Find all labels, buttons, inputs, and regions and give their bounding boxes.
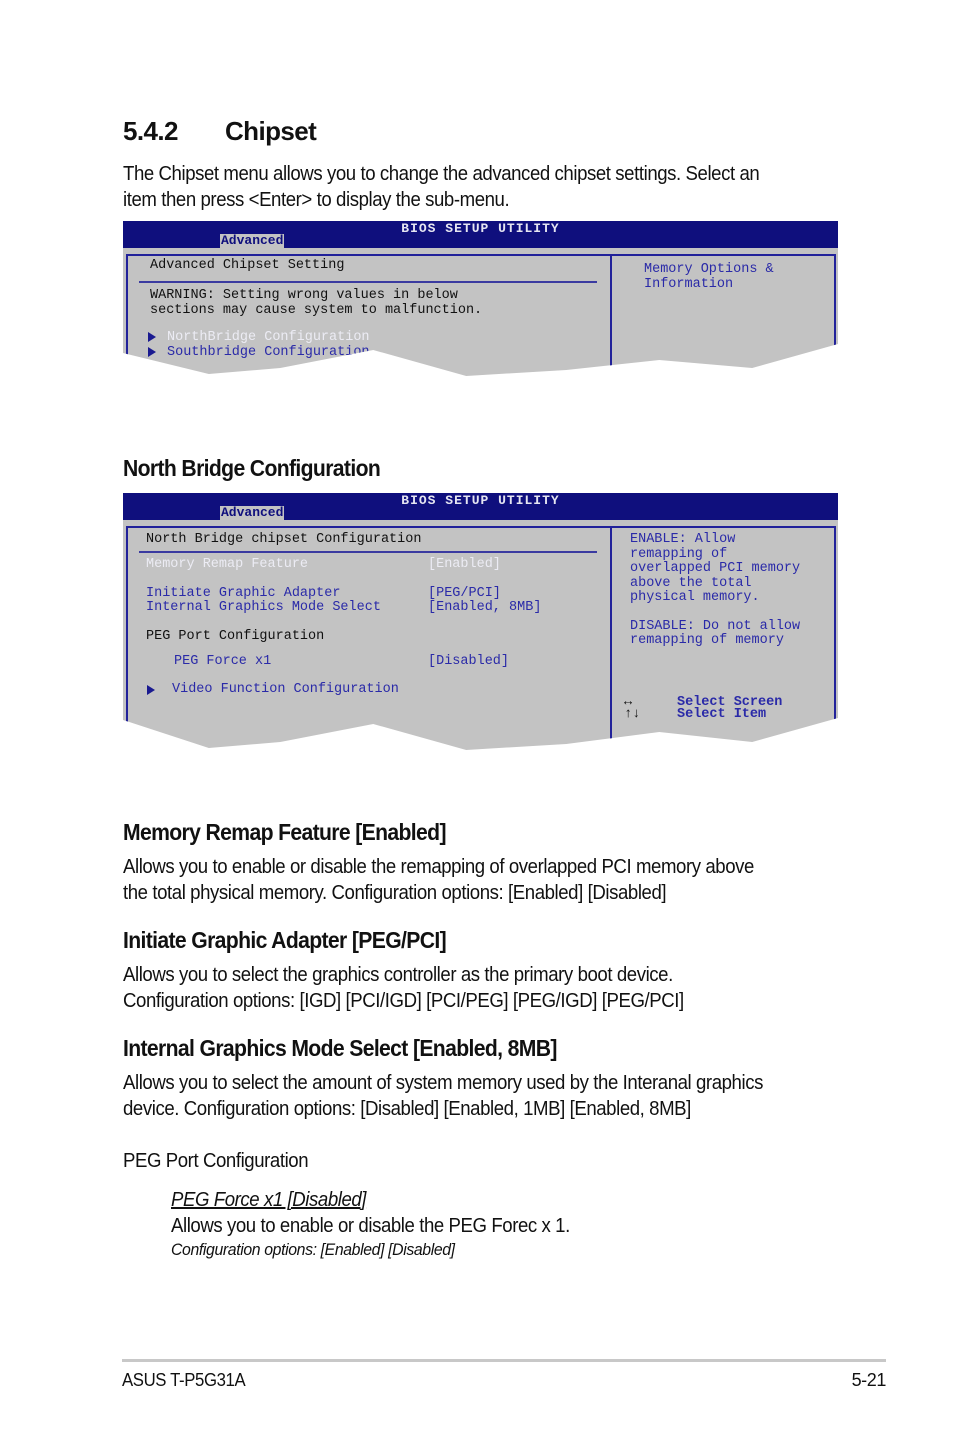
option-description: Allows you to select the graphics contro… [123,964,673,986]
option-heading: Initiate Graphic Adapter [PEG/PCI] [123,927,447,953]
help-text: physical memory. [630,590,760,605]
submenu-arrow-icon [148,332,156,342]
menu-item-northbridge[interactable]: NorthBridge Configuration [167,330,370,345]
section-title: Chipset [225,116,317,146]
bios-screenshot-chipset: BIOS SETUP UTILITY Advanced Advanced Chi… [123,221,838,411]
menu-item-southbridge[interactable]: Southbridge Configuration [167,345,370,360]
divider [139,281,597,283]
peg-force-description: Allows you to enable or disable the PEG … [171,1215,570,1237]
help-text: overlapped PCI memory [630,561,801,576]
key-help-select-item: Select Item [677,707,767,722]
footer-divider [122,1359,886,1362]
option-description: Configuration options: [IGD] [PCI/IGD] [… [123,990,684,1012]
setting-memory-remap[interactable]: Memory Remap Feature [146,557,308,572]
bios-body: North Bridge chipset Configuration Memor… [123,520,838,750]
option-heading: Memory Remap Feature [Enabled] [123,819,446,845]
bios-header: BIOS SETUP UTILITY Advanced [123,493,838,520]
north-bridge-heading: North Bridge Configuration [123,455,381,481]
setting-internal-graphics-mode-value[interactable]: [Enabled, 8MB] [428,600,541,615]
help-text: ENABLE: Allow [630,532,736,547]
help-text: Information [644,277,734,292]
footer-product: ASUS T-P5G31A [122,1370,246,1390]
menu-item-video-function[interactable]: Video Function Configuration [172,682,399,697]
setting-initiate-graphic-adapter[interactable]: Initiate Graphic Adapter [146,586,340,601]
option-heading: Internal Graphics Mode Select [Enabled, … [123,1035,557,1061]
bios-screenshot-northbridge: BIOS SETUP UTILITY Advanced North Bridge… [123,493,838,753]
submenu-arrow-icon [147,685,155,695]
setting-peg-force-x1[interactable]: PEG Force x1 [174,654,271,669]
bios-heading: North Bridge chipset Configuration [146,532,422,547]
setting-memory-remap-value[interactable]: [Enabled] [428,557,501,572]
submenu-arrow-icon [148,347,156,357]
warning-text: sections may cause system to malfunction… [150,303,483,318]
setting-initiate-graphic-adapter-value[interactable]: [PEG/PCI] [428,586,501,601]
peg-port-heading: PEG Port Configuration [123,1150,309,1172]
intro-line: item then press <Enter> to display the s… [123,189,510,211]
setting-internal-graphics-mode[interactable]: Internal Graphics Mode Select [146,600,381,615]
bios-body: Advanced Chipset Setting WARNING: Settin… [123,248,838,376]
option-description: the total physical memory. Configuration… [123,882,667,904]
intro-line: The Chipset menu allows you to change th… [123,163,760,185]
section-number: 5.4.2 [123,116,178,146]
option-description: Allows you to enable or disable the rema… [123,856,754,878]
peg-force-options: Configuration options: [Enabled] [Disabl… [171,1240,455,1259]
help-text: remapping of memory [630,633,784,648]
help-text: DISABLE: Do not allow [630,619,801,634]
help-text: Memory Options & [644,262,774,277]
page-number: 5-21 [851,1370,887,1390]
divider [139,551,597,553]
help-text: remapping of [630,547,728,562]
up-down-arrow-icon: ↑↓ [624,707,641,722]
help-text: above the total [630,576,752,591]
option-description: Allows you to select the amount of syste… [123,1072,763,1094]
setting-peg-force-x1-value[interactable]: [Disabled] [428,654,509,669]
tab-advanced[interactable]: Advanced [220,234,285,248]
warning-text: WARNING: Setting wrong values in below [150,288,458,303]
tab-advanced[interactable]: Advanced [220,506,285,520]
option-description: device. Configuration options: [Disabled… [123,1098,691,1120]
bios-header: BIOS SETUP UTILITY Advanced [123,221,838,248]
peg-force-title: PEG Force x1 [Disabled] [171,1189,367,1211]
bios-heading: Advanced Chipset Setting [150,258,345,273]
peg-port-heading: PEG Port Configuration [146,629,325,644]
